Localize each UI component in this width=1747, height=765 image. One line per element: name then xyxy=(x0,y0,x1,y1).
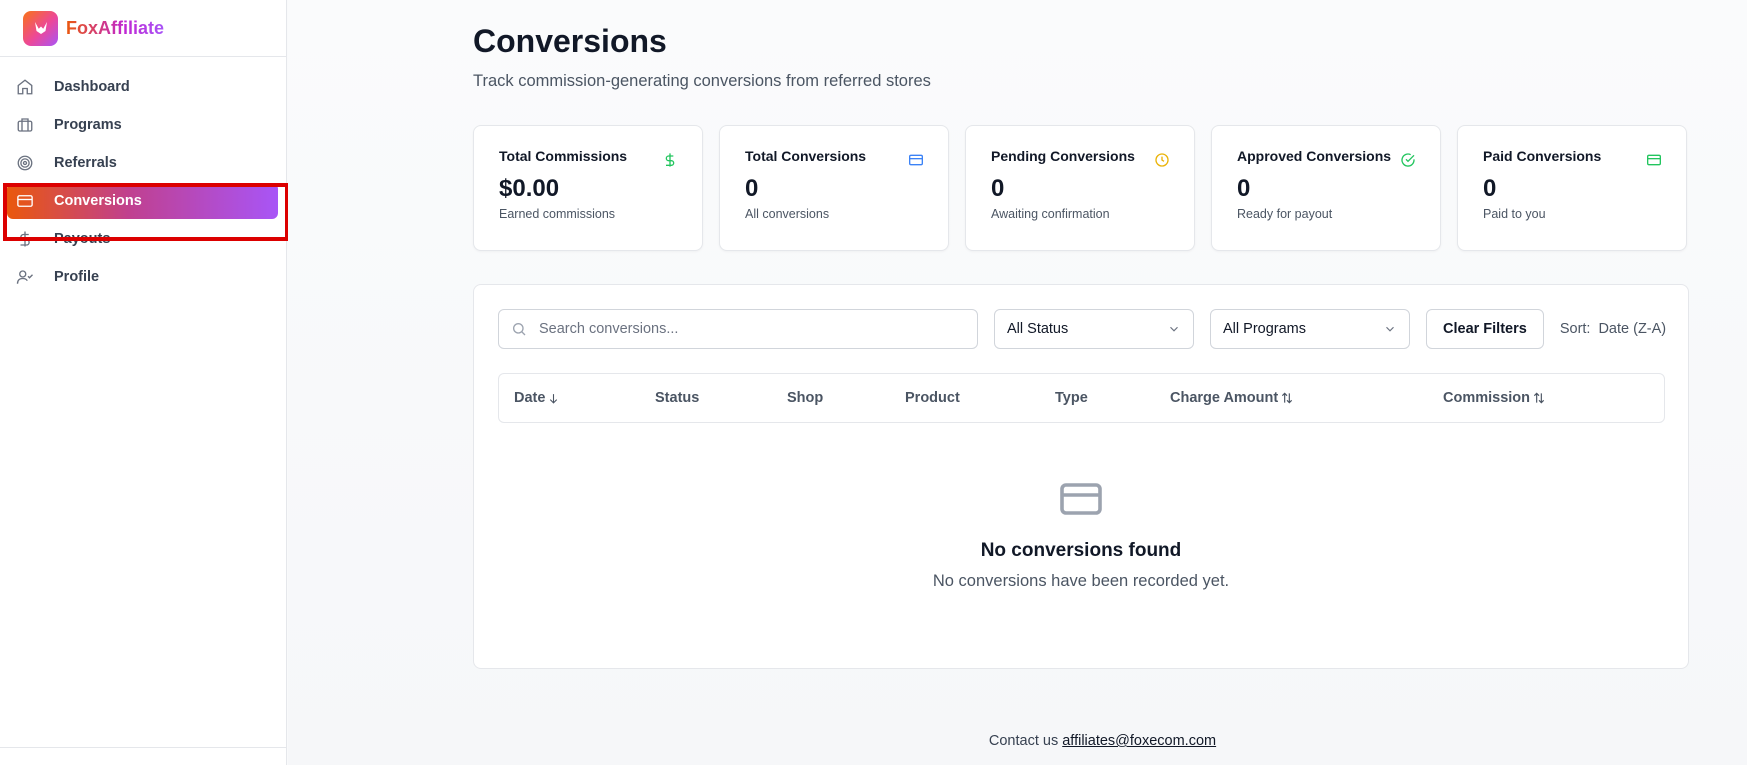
stat-card-total-conversions: Total Conversions 0 All conversions xyxy=(719,125,949,251)
stat-value: 0 xyxy=(1483,175,1497,202)
column-header-date[interactable]: Date xyxy=(514,390,560,406)
stat-card-approved-conversions: Approved Conversions 0 Ready for payout xyxy=(1211,125,1441,251)
search-input[interactable] xyxy=(539,321,959,337)
sidebar-item-label: Referrals xyxy=(54,155,117,171)
sidebar-item-profile[interactable]: Profile xyxy=(7,259,278,295)
brand[interactable]: FoxAffiliate xyxy=(0,0,286,57)
main-content: Conversions Track commission-generating … xyxy=(288,0,1747,765)
sidebar-item-payouts[interactable]: Payouts xyxy=(7,221,278,257)
column-label: Status xyxy=(655,390,700,406)
stat-card-paid-conversions: Paid Conversions 0 Paid to you xyxy=(1457,125,1687,251)
column-header-type[interactable]: Type xyxy=(1055,390,1088,406)
sidebar-item-conversions[interactable]: Conversions xyxy=(7,183,278,219)
target-icon xyxy=(15,153,35,173)
arrow-down-icon xyxy=(550,393,558,404)
filter-bar: All Status All Programs Clear Filters So… xyxy=(498,309,1666,349)
sidebar-item-programs[interactable]: Programs xyxy=(7,107,278,143)
sidebar-item-referrals[interactable]: Referrals xyxy=(7,145,278,181)
user-check-icon xyxy=(15,267,35,287)
stats-row: Total Commissions $0.00 Earned commissio… xyxy=(473,125,1687,251)
stat-card-pending-conversions: Pending Conversions 0 Awaiting confirmat… xyxy=(965,125,1195,251)
stat-subtext: All conversions xyxy=(745,207,830,221)
home-icon xyxy=(15,77,35,97)
stat-value: $0.00 xyxy=(499,175,560,202)
chevron-down-icon xyxy=(1170,326,1178,332)
column-label: Type xyxy=(1055,390,1088,406)
stat-subtext: Earned commissions xyxy=(499,207,616,221)
column-label: Product xyxy=(905,390,960,406)
stat-label: Approved Conversions xyxy=(1237,148,1392,164)
stat-label: Pending Conversions xyxy=(991,148,1135,164)
column-header-charge-amount[interactable]: Charge Amount xyxy=(1170,390,1294,406)
programs-select-value: All Programs xyxy=(1223,321,1306,337)
column-header-commission[interactable]: Commission xyxy=(1443,390,1546,406)
credit-card-icon xyxy=(909,154,923,166)
page-footer: Contact us affiliates@foxecom.com xyxy=(288,733,1747,749)
stat-label: Total Commissions xyxy=(499,148,628,164)
status-select[interactable]: All Status xyxy=(994,309,1194,349)
clear-filters-button[interactable]: Clear Filters xyxy=(1426,309,1544,349)
status-select-value: All Status xyxy=(1007,321,1069,337)
stat-subtext: Paid to you xyxy=(1483,207,1546,221)
sidebar-divider xyxy=(0,747,286,748)
stat-value: 0 xyxy=(1237,175,1251,202)
sidebar-item-label: Payouts xyxy=(54,231,111,247)
chevron-down-icon xyxy=(1386,326,1394,332)
credit-card-icon xyxy=(1647,154,1661,166)
search-box[interactable] xyxy=(498,309,978,349)
sort-arrows-icon xyxy=(1282,392,1293,404)
dollar-icon xyxy=(665,153,675,167)
briefcase-icon xyxy=(15,115,35,135)
stat-value: 0 xyxy=(745,175,759,202)
stat-subtext: Awaiting confirmation xyxy=(991,207,1110,221)
page-title: Conversions xyxy=(473,23,667,59)
credit-card-icon xyxy=(15,191,35,211)
footer-text: Contact us xyxy=(988,733,1059,749)
sort-value[interactable]: Date (Z-A) xyxy=(1598,321,1666,337)
column-label: Charge Amount xyxy=(1170,390,1279,406)
sidebar-item-label: Dashboard xyxy=(54,79,130,95)
page-subtitle: Track commission-generating conversions … xyxy=(473,72,931,90)
conversions-panel: All Status All Programs Clear Filters So… xyxy=(473,284,1689,669)
column-label: Date xyxy=(514,390,546,406)
sidebar-item-label: Conversions xyxy=(54,193,142,209)
search-icon xyxy=(513,323,526,336)
column-label: Shop xyxy=(787,390,824,406)
stat-label: Total Conversions xyxy=(745,148,867,164)
sidebar-item-dashboard[interactable]: Dashboard xyxy=(7,69,278,105)
stat-label: Paid Conversions xyxy=(1483,148,1602,164)
sort-label: Sort: xyxy=(1559,321,1591,337)
clock-icon xyxy=(1155,153,1169,167)
brand-name: FoxAffiliate xyxy=(66,17,165,38)
table-header: Date Status Shop Product Type Charge Amo… xyxy=(498,373,1665,423)
stat-subtext: Ready for payout xyxy=(1237,207,1333,221)
empty-state: No conversions found No conversions have… xyxy=(474,475,1688,591)
sidebar-nav: Dashboard Programs Referrals Conversions… xyxy=(0,57,286,295)
stat-value: 0 xyxy=(991,175,1005,202)
programs-select[interactable]: All Programs xyxy=(1210,309,1410,349)
column-header-product[interactable]: Product xyxy=(905,390,960,406)
sort-arrows-icon xyxy=(1533,392,1545,404)
column-label: Commission xyxy=(1443,390,1531,406)
column-header-status[interactable]: Status xyxy=(655,390,699,406)
dollar-icon xyxy=(15,229,35,249)
credit-card-icon xyxy=(1060,483,1102,515)
sidebar-item-label: Profile xyxy=(54,269,100,285)
check-circle-icon xyxy=(1401,153,1415,167)
sidebar: FoxAffiliate Dashboard Programs Referral… xyxy=(0,0,287,765)
fox-logo-icon xyxy=(23,10,58,46)
sidebar-item-label: Programs xyxy=(54,117,122,133)
stat-card-total-commissions: Total Commissions $0.00 Earned commissio… xyxy=(473,125,703,251)
contact-email-link[interactable]: affiliates@foxecom.com xyxy=(1062,733,1216,749)
empty-state-title: No conversions found xyxy=(980,540,1182,561)
empty-state-message: No conversions have been recorded yet. xyxy=(932,572,1230,590)
column-header-shop[interactable]: Shop xyxy=(787,390,823,406)
